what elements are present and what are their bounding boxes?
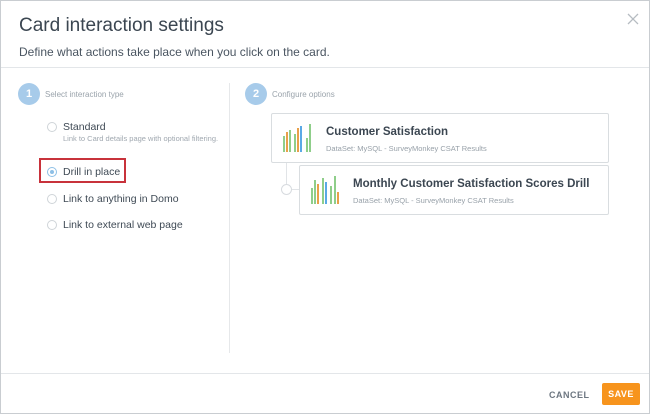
parent-card[interactable]: Customer Satisfaction DataSet: MySQL - S… bbox=[271, 113, 609, 163]
tree-connector bbox=[286, 163, 287, 185]
cancel-button[interactable]: CANCEL bbox=[549, 385, 590, 405]
step-2-badge: 2 bbox=[245, 83, 267, 105]
card-interaction-dialog: Card interaction settings Define what ac… bbox=[0, 0, 650, 414]
radio-link-external[interactable] bbox=[47, 220, 57, 230]
close-icon[interactable] bbox=[625, 11, 641, 27]
option-link-domo[interactable]: Link to anything in Domo bbox=[47, 192, 179, 206]
drill-card[interactable]: Monthly Customer Satisfaction Scores Dri… bbox=[299, 165, 609, 215]
dialog-subtitle: Define what actions take place when you … bbox=[19, 45, 330, 59]
header-divider bbox=[1, 67, 649, 68]
bar-chart-icon bbox=[311, 176, 339, 204]
radio-standard[interactable] bbox=[47, 122, 57, 132]
step-1-badge: 1 bbox=[18, 83, 40, 105]
option-link-domo-label: Link to anything in Domo bbox=[63, 193, 179, 205]
option-standard[interactable]: Standard Link to Card details page with … bbox=[47, 120, 223, 144]
parent-card-dataset: DataSet: MySQL - SurveyMonkey CSAT Resul… bbox=[326, 144, 487, 153]
bar-chart-icon bbox=[283, 124, 311, 152]
footer-divider bbox=[1, 373, 649, 374]
step-2-label: Configure options bbox=[272, 90, 335, 99]
tree-node-dot bbox=[281, 184, 292, 195]
dialog-title: Card interaction settings bbox=[19, 15, 224, 36]
drill-card-title: Monthly Customer Satisfaction Scores Dri… bbox=[353, 178, 590, 190]
option-link-external-label: Link to external web page bbox=[63, 219, 183, 231]
drill-card-dataset: DataSet: MySQL - SurveyMonkey CSAT Resul… bbox=[353, 196, 514, 205]
parent-card-title: Customer Satisfaction bbox=[326, 126, 449, 138]
radio-link-domo[interactable] bbox=[47, 194, 57, 204]
selection-highlight bbox=[39, 158, 126, 183]
step-1-label: Select interaction type bbox=[45, 90, 124, 99]
option-standard-description: Link to Card details page with optional … bbox=[63, 134, 219, 143]
save-button[interactable]: SAVE bbox=[602, 383, 640, 405]
option-link-external[interactable]: Link to external web page bbox=[47, 218, 183, 232]
option-standard-label: Standard bbox=[63, 121, 106, 133]
column-divider bbox=[229, 83, 230, 353]
